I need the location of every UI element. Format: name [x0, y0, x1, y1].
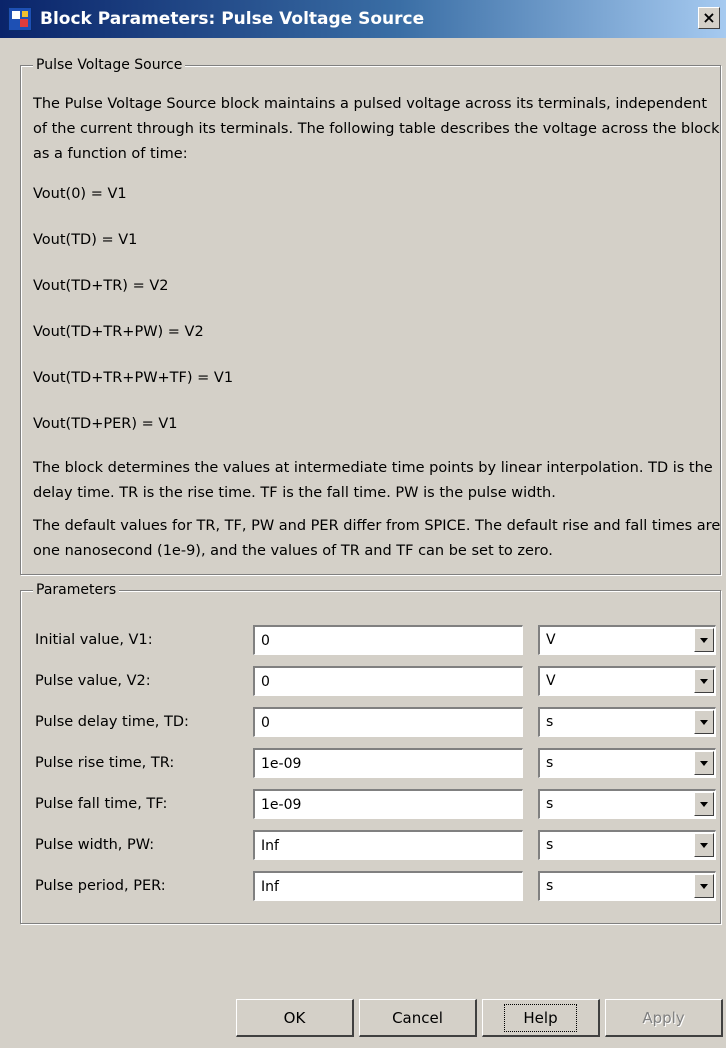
equation-line: Vout(0) = V1 [33, 186, 127, 202]
parameters-group-title: Parameters [33, 581, 120, 599]
param-row-pw: Pulse width, PW: s [35, 830, 716, 862]
parameters-group: Parameters Initial value, V1: V Pulse va… [20, 581, 721, 924]
spice-note: The default values for TR, TF, PW and PE… [33, 518, 721, 559]
unit-select[interactable]: s [538, 830, 716, 860]
description-group-title: Pulse Voltage Source [33, 56, 186, 74]
param-label: Initial value, V1: [35, 632, 153, 648]
param-label: Pulse rise time, TR: [35, 755, 175, 771]
equation-line: Vout(TD+TR+PW) = V2 [33, 324, 204, 340]
dropdown-arrow-icon[interactable] [694, 751, 714, 775]
dropdown-arrow-icon[interactable] [694, 792, 714, 816]
unit-value: s [546, 837, 554, 853]
param-row-td: Pulse delay time, TD: s [35, 707, 716, 739]
param-label: Pulse fall time, TF: [35, 796, 168, 812]
dropdown-arrow-icon[interactable] [694, 874, 714, 898]
interpolation-note: The block determines the values at inter… [33, 460, 713, 501]
simulink-block-icon [8, 7, 32, 31]
equation-line: Vout(TD+TR) = V2 [33, 278, 169, 294]
cancel-button[interactable]: Cancel [359, 999, 477, 1037]
unit-value: s [546, 796, 554, 812]
pulse-rise-input[interactable] [253, 748, 523, 778]
equation-line: Vout(TD+PER) = V1 [33, 416, 178, 432]
unit-value: V [546, 632, 556, 648]
apply-button[interactable]: Apply [605, 999, 723, 1037]
dropdown-arrow-icon[interactable] [694, 710, 714, 734]
unit-value: V [546, 673, 556, 689]
param-label: Pulse width, PW: [35, 837, 155, 853]
unit-select[interactable]: s [538, 707, 716, 737]
dropdown-arrow-icon[interactable] [694, 833, 714, 857]
param-row-v1: Initial value, V1: V [35, 625, 716, 657]
param-label: Pulse value, V2: [35, 673, 151, 689]
param-label: Pulse period, PER: [35, 878, 166, 894]
pulse-delay-input[interactable] [253, 707, 523, 737]
description-group: Pulse Voltage Source The Pulse Voltage S… [20, 56, 721, 575]
unit-select[interactable]: V [538, 666, 716, 696]
unit-select[interactable]: V [538, 625, 716, 655]
param-label: Pulse delay time, TD: [35, 714, 189, 730]
window-title: Block Parameters: Pulse Voltage Source [40, 9, 425, 29]
dropdown-arrow-icon[interactable] [694, 669, 714, 693]
unit-select[interactable]: s [538, 871, 716, 901]
param-row-tf: Pulse fall time, TF: s [35, 789, 716, 821]
close-icon: × [702, 8, 716, 27]
close-button[interactable]: × [698, 7, 720, 29]
pulse-value-input[interactable] [253, 666, 523, 696]
unit-value: s [546, 755, 554, 771]
pulse-width-input[interactable] [253, 830, 523, 860]
title-bar[interactable]: Block Parameters: Pulse Voltage Source × [0, 0, 726, 38]
dropdown-arrow-icon[interactable] [694, 628, 714, 652]
param-row-v2: Pulse value, V2: V [35, 666, 716, 698]
pulse-fall-input[interactable] [253, 789, 523, 819]
initial-value-input[interactable] [253, 625, 523, 655]
equation-line: Vout(TD+TR+PW+TF) = V1 [33, 370, 234, 386]
ok-button[interactable]: OK [236, 999, 354, 1037]
param-row-tr: Pulse rise time, TR: s [35, 748, 716, 780]
help-button-label: Help [504, 1003, 577, 1032]
description-intro: The Pulse Voltage Source block maintains… [33, 96, 720, 162]
unit-select[interactable]: s [538, 748, 716, 778]
unit-value: s [546, 878, 554, 894]
help-button[interactable]: Help [482, 999, 600, 1037]
unit-value: s [546, 714, 554, 730]
equation-line: Vout(TD) = V1 [33, 232, 138, 248]
pulse-period-input[interactable] [253, 871, 523, 901]
unit-select[interactable]: s [538, 789, 716, 819]
param-row-per: Pulse period, PER: s [35, 871, 716, 903]
